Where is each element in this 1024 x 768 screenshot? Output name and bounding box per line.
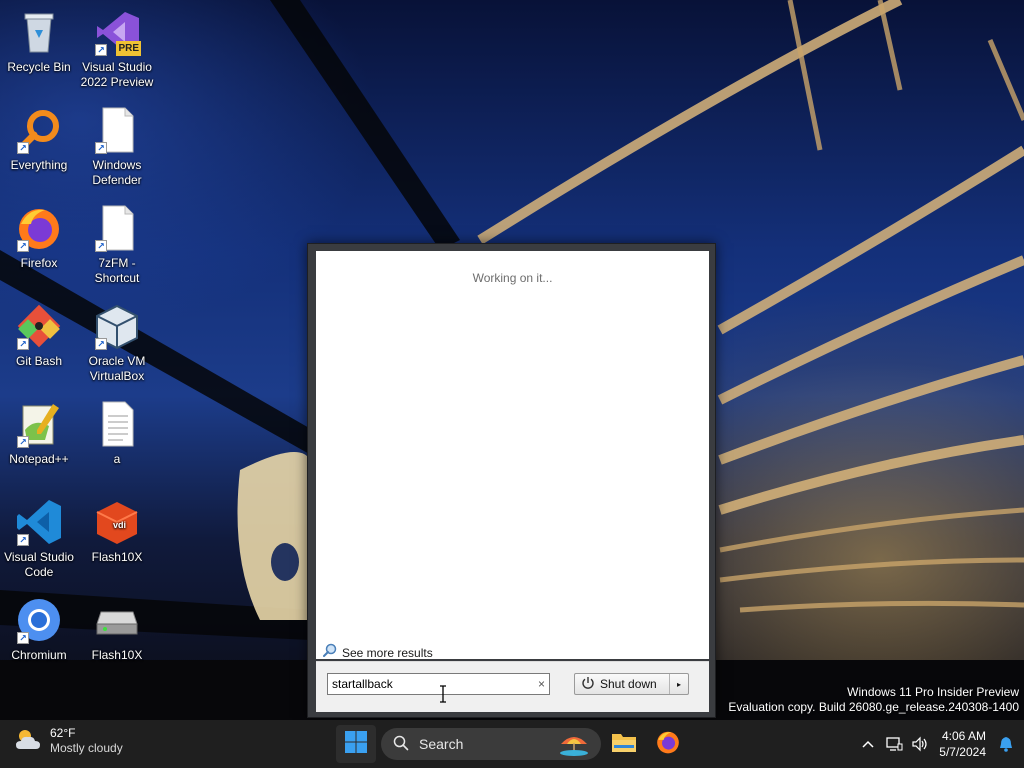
desktop-icon-virtualbox[interactable]: ↗ Oracle VM VirtualBox — [78, 302, 156, 384]
shortcut-arrow-icon: ↗ — [95, 44, 107, 56]
blank-file-icon: ↗ — [93, 106, 141, 154]
desktop-icon-label: Everything — [10, 158, 68, 172]
desktop-icon-chromium[interactable]: ↗ Chromium — [0, 596, 78, 663]
desktop-icon-label: Visual Studio Code — [4, 550, 74, 579]
drive-icon — [93, 596, 141, 644]
desktop-icon-label: Windows Defender — [92, 158, 142, 187]
weather-temperature: 62°F — [50, 726, 76, 740]
blank-file-icon: ↗ — [93, 204, 141, 252]
power-icon — [581, 676, 595, 693]
clear-search-icon[interactable]: × — [538, 677, 545, 691]
watermark-build: Evaluation copy. Build 26080.ge_release.… — [728, 700, 1019, 714]
virtualbox-icon: ↗ — [93, 302, 141, 350]
start-menu: Working on it... See more results × Shut… — [307, 243, 716, 718]
start-button[interactable] — [336, 725, 376, 763]
taskbar-search-label: Search — [419, 736, 464, 752]
start-search-input[interactable] — [332, 677, 522, 691]
desktop-icon-7zfm-shortcut[interactable]: ↗ 7zFM - Shortcut — [78, 204, 156, 286]
desktop-icon-label: Notepad++ — [9, 452, 69, 466]
desktop-icon-label: Firefox — [20, 256, 58, 270]
shortcut-arrow-icon: ↗ — [17, 240, 29, 252]
vscode-icon: ↗ — [15, 498, 63, 546]
chromium-icon: ↗ — [15, 596, 63, 644]
taskbar-firefox[interactable] — [652, 728, 684, 760]
text-cursor-icon — [439, 685, 447, 708]
desktop-icon-label: Flash10X — [91, 550, 143, 564]
desktop-icon-label: a — [113, 452, 121, 466]
shortcut-arrow-icon: ↗ — [95, 338, 107, 350]
desktop-icon-vscode[interactable]: ↗ Visual Studio Code — [0, 498, 78, 580]
recycle-bin-icon — [15, 8, 63, 56]
shutdown-button[interactable]: Shut down — [575, 674, 670, 694]
shutdown-split-button: Shut down ▸ — [574, 673, 689, 695]
shortcut-arrow-icon: ↗ — [17, 534, 29, 546]
clock-date: 5/7/2024 — [939, 745, 986, 759]
firefox-icon: ↗ — [15, 204, 63, 252]
clock-time: 4:06 AM — [941, 729, 986, 743]
git-icon: ↗ — [15, 302, 63, 350]
desktop-icon-label: Flash10X — [91, 648, 143, 662]
desktop-icon-text-file-a[interactable]: a — [78, 400, 156, 467]
shortcut-arrow-icon: ↗ — [17, 632, 29, 644]
shortcut-arrow-icon: ↗ — [17, 436, 29, 448]
volume-icon[interactable] — [907, 720, 933, 768]
see-more-results-link[interactable]: See more results — [322, 643, 433, 662]
preview-badge: PRE — [116, 41, 141, 56]
see-more-results-label: See more results — [342, 645, 433, 660]
desktop-icon-flash10x-vdi[interactable]: vdi Flash10X — [78, 498, 156, 565]
network-icon[interactable] — [881, 720, 907, 768]
desktop-icon-windows-defender[interactable]: ↗ Windows Defender — [78, 106, 156, 188]
notification-bell-icon[interactable] — [996, 720, 1024, 768]
desktop-icon-visual-studio[interactable]: PRE ↗ Visual Studio 2022 Preview — [78, 8, 156, 90]
notepad-plus-plus-icon: ↗ — [15, 400, 63, 448]
desktop-icon-notepad-plus-plus[interactable]: ↗ Notepad++ — [0, 400, 78, 467]
everything-search-icon: ↗ — [15, 106, 63, 154]
text-file-icon — [93, 400, 141, 448]
shortcut-arrow-icon: ↗ — [17, 142, 29, 154]
windows-evaluation-watermark: Windows 11 Pro Insider Preview Evaluatio… — [728, 685, 1019, 715]
desktop-icon-label: Visual Studio 2022 Preview — [80, 60, 154, 89]
start-menu-footer: × Shut down ▸ — [316, 661, 709, 712]
desktop-icon-firefox[interactable]: ↗ Firefox — [0, 204, 78, 271]
file-explorer-icon — [611, 731, 637, 758]
shutdown-options-arrow-icon[interactable]: ▸ — [670, 680, 688, 689]
watermark-edition: Windows 11 Pro Insider Preview — [847, 685, 1019, 699]
taskbar: 62°F Mostly cloudy Search 4:06 AM 5/7/20… — [0, 720, 1024, 768]
desktop-icon-label: Chromium — [11, 648, 67, 662]
show-hidden-icons-chevron-up-icon[interactable] — [855, 720, 881, 768]
firefox-icon — [655, 729, 681, 760]
desktop-icon-label: Oracle VM VirtualBox — [88, 354, 146, 383]
vdi-disk-icon: vdi — [93, 498, 141, 546]
search-results-panel: Working on it... See more results — [316, 251, 709, 662]
shortcut-arrow-icon: ↗ — [17, 338, 29, 350]
desktop-icon-git-bash[interactable]: ↗ Git Bash — [0, 302, 78, 369]
search-status-text: Working on it... — [472, 271, 553, 285]
shutdown-label: Shut down — [600, 677, 657, 691]
system-tray: 4:06 AM 5/7/2024 — [855, 720, 1024, 768]
shortcut-arrow-icon: ↗ — [95, 240, 107, 252]
magnifier-icon — [322, 643, 338, 662]
taskbar-search-box[interactable]: Search — [381, 728, 601, 760]
visual-studio-icon: PRE ↗ — [93, 8, 141, 56]
shortcut-arrow-icon: ↗ — [95, 142, 107, 154]
desktop-icon-everything[interactable]: ↗ Everything — [0, 106, 78, 173]
taskbar-clock[interactable]: 4:06 AM 5/7/2024 — [933, 728, 996, 760]
taskbar-file-explorer[interactable] — [608, 728, 640, 760]
cloud-sun-icon — [14, 727, 42, 755]
search-icon — [393, 735, 409, 754]
desktop-icon-label: Recycle Bin — [7, 60, 71, 74]
vdi-badge: vdi — [113, 520, 127, 530]
desktop-icon-label: Git Bash — [15, 354, 63, 368]
weather-widget[interactable]: 62°F Mostly cloudy — [14, 726, 123, 756]
search-highlight-beach-icon — [557, 730, 591, 759]
desktop-icon-flash10x-drive[interactable]: Flash10X — [78, 596, 156, 663]
windows-logo-icon — [344, 730, 368, 759]
desktop-icon-label: 7zFM - Shortcut — [94, 256, 140, 285]
desktop-icon-recycle-bin[interactable]: Recycle Bin — [0, 8, 78, 75]
weather-condition: Mostly cloudy — [50, 741, 123, 755]
